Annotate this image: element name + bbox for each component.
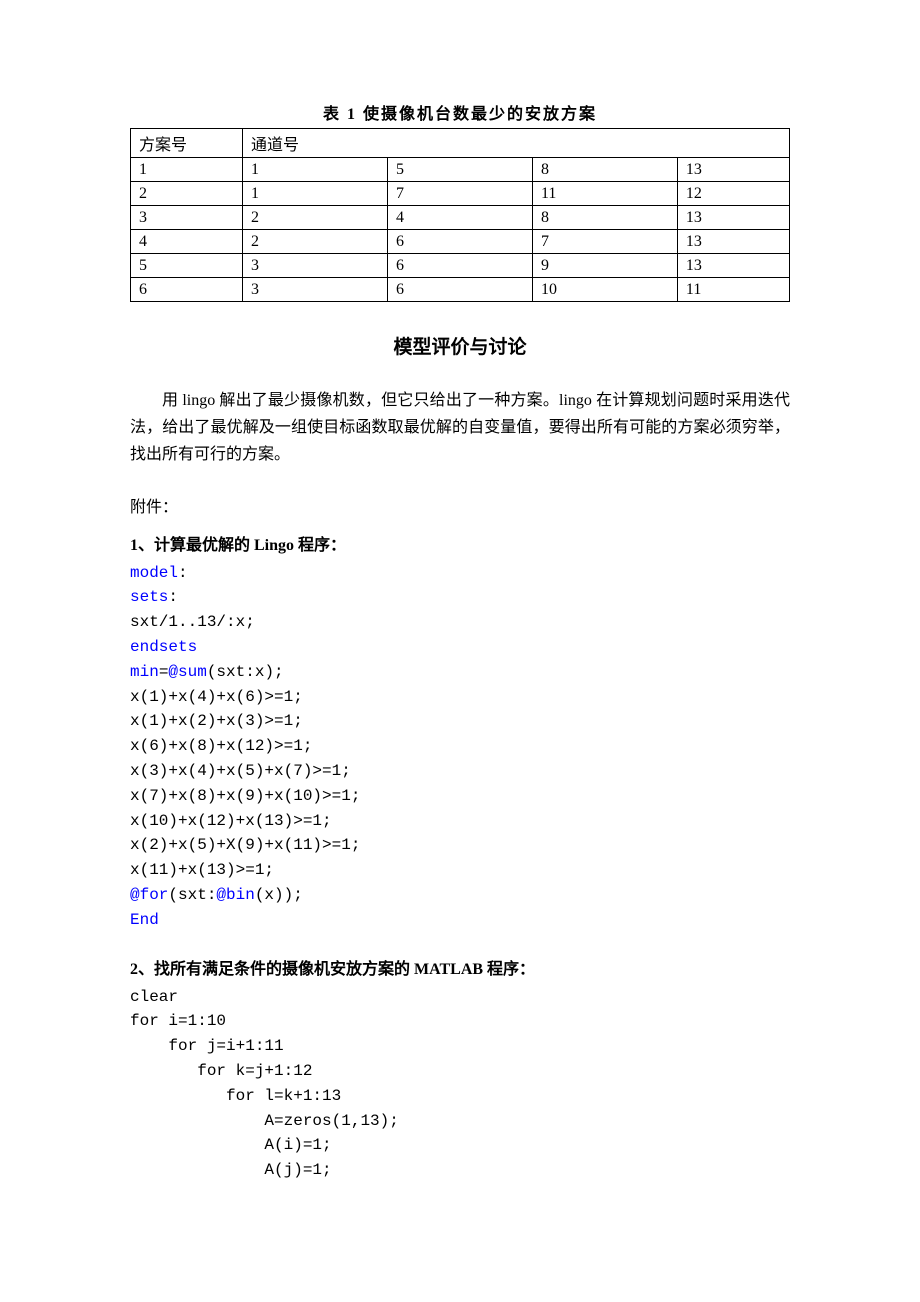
header-tongdao: 通道号 bbox=[243, 129, 790, 158]
cell: 13 bbox=[677, 230, 789, 254]
kw-bin: @bin bbox=[216, 886, 254, 904]
table-row: 324813 bbox=[131, 206, 790, 230]
cell: 3 bbox=[243, 254, 388, 278]
cell: 9 bbox=[532, 254, 677, 278]
code-text: clear bbox=[130, 988, 178, 1006]
code-text: x(3)+x(4)+x(5)+x(7)>=1; bbox=[130, 762, 351, 780]
table-row: 2171112 bbox=[131, 182, 790, 206]
cell: 4 bbox=[131, 230, 243, 254]
code-text: x(2)+x(5)+X(9)+x(11)>=1; bbox=[130, 836, 360, 854]
code-text: (sxt:x); bbox=[207, 663, 284, 681]
code-text: (sxt: bbox=[168, 886, 216, 904]
cell: 8 bbox=[532, 158, 677, 182]
cell: 11 bbox=[677, 278, 789, 302]
code-text: = bbox=[159, 663, 169, 681]
body-paragraph: 用 lingo 解出了最少摄像机数，但它只给出了一种方案。lingo 在计算规划… bbox=[130, 387, 790, 469]
code-text: for j=i+1:11 bbox=[130, 1037, 284, 1055]
kw-end: End bbox=[130, 911, 159, 929]
cell: 13 bbox=[677, 158, 789, 182]
cell: 7 bbox=[387, 182, 532, 206]
kw-sets: sets bbox=[130, 588, 168, 606]
matlab-code: clear for i=1:10 for j=i+1:11 for k=j+1:… bbox=[130, 985, 790, 1183]
code-text: x(1)+x(4)+x(6)>=1; bbox=[130, 688, 303, 706]
cell: 13 bbox=[677, 206, 789, 230]
cell: 3 bbox=[243, 278, 388, 302]
cell: 6 bbox=[387, 254, 532, 278]
lingo-code: model: sets: sxt/1..13/:x; endsets min=@… bbox=[130, 561, 790, 933]
section-heading: 模型评价与讨论 bbox=[130, 332, 790, 359]
cell: 6 bbox=[387, 278, 532, 302]
code-text: (x)); bbox=[255, 886, 303, 904]
code-text: x(1)+x(2)+x(3)>=1; bbox=[130, 712, 303, 730]
table-row: 115813 bbox=[131, 158, 790, 182]
cell: 13 bbox=[677, 254, 789, 278]
data-table: 方案号 通道号 115813 2171112 324813 426713 536… bbox=[130, 128, 790, 302]
table-row: 536913 bbox=[131, 254, 790, 278]
cell: 1 bbox=[243, 182, 388, 206]
code-text: for i=1:10 bbox=[130, 1012, 226, 1030]
code-text: A(j)=1; bbox=[130, 1161, 332, 1179]
code-text: A(i)=1; bbox=[130, 1136, 332, 1154]
cell: 1 bbox=[131, 158, 243, 182]
attachment-label: 附件： bbox=[130, 493, 790, 517]
cell: 8 bbox=[532, 206, 677, 230]
code-text: for k=j+1:12 bbox=[130, 1062, 312, 1080]
cell: 4 bbox=[387, 206, 532, 230]
cell: 5 bbox=[387, 158, 532, 182]
code-text: x(11)+x(13)>=1; bbox=[130, 861, 274, 879]
kw-for: @for bbox=[130, 886, 168, 904]
kw-min: min bbox=[130, 663, 159, 681]
table-row: 426713 bbox=[131, 230, 790, 254]
cell: 11 bbox=[532, 182, 677, 206]
lingo-heading: 1、计算最优解的 Lingo 程序： bbox=[130, 531, 790, 555]
cell: 2 bbox=[243, 230, 388, 254]
cell: 12 bbox=[677, 182, 789, 206]
code-text: : bbox=[168, 588, 178, 606]
kw-endsets: endsets bbox=[130, 638, 197, 656]
kw-sum: @sum bbox=[168, 663, 206, 681]
cell: 3 bbox=[131, 206, 243, 230]
header-fangan: 方案号 bbox=[131, 129, 243, 158]
cell: 7 bbox=[532, 230, 677, 254]
cell: 2 bbox=[243, 206, 388, 230]
cell: 1 bbox=[243, 158, 388, 182]
table-caption: 表 1 使摄像机台数最少的安放方案 bbox=[130, 100, 790, 124]
table-header-row: 方案号 通道号 bbox=[131, 129, 790, 158]
cell: 6 bbox=[387, 230, 532, 254]
cell: 6 bbox=[131, 278, 243, 302]
table-row: 6361011 bbox=[131, 278, 790, 302]
code-text: for l=k+1:13 bbox=[130, 1087, 341, 1105]
code-text: A=zeros(1,13); bbox=[130, 1112, 399, 1130]
code-text: : bbox=[178, 564, 188, 582]
code-text: sxt/1..13/:x; bbox=[130, 613, 255, 631]
cell: 5 bbox=[131, 254, 243, 278]
matlab-heading: 2、找所有满足条件的摄像机安放方案的 MATLAB 程序： bbox=[130, 955, 790, 979]
kw-model: model bbox=[130, 564, 178, 582]
cell: 10 bbox=[532, 278, 677, 302]
code-text: x(6)+x(8)+x(12)>=1; bbox=[130, 737, 312, 755]
cell: 2 bbox=[131, 182, 243, 206]
code-text: x(10)+x(12)+x(13)>=1; bbox=[130, 812, 332, 830]
code-text: x(7)+x(8)+x(9)+x(10)>=1; bbox=[130, 787, 360, 805]
